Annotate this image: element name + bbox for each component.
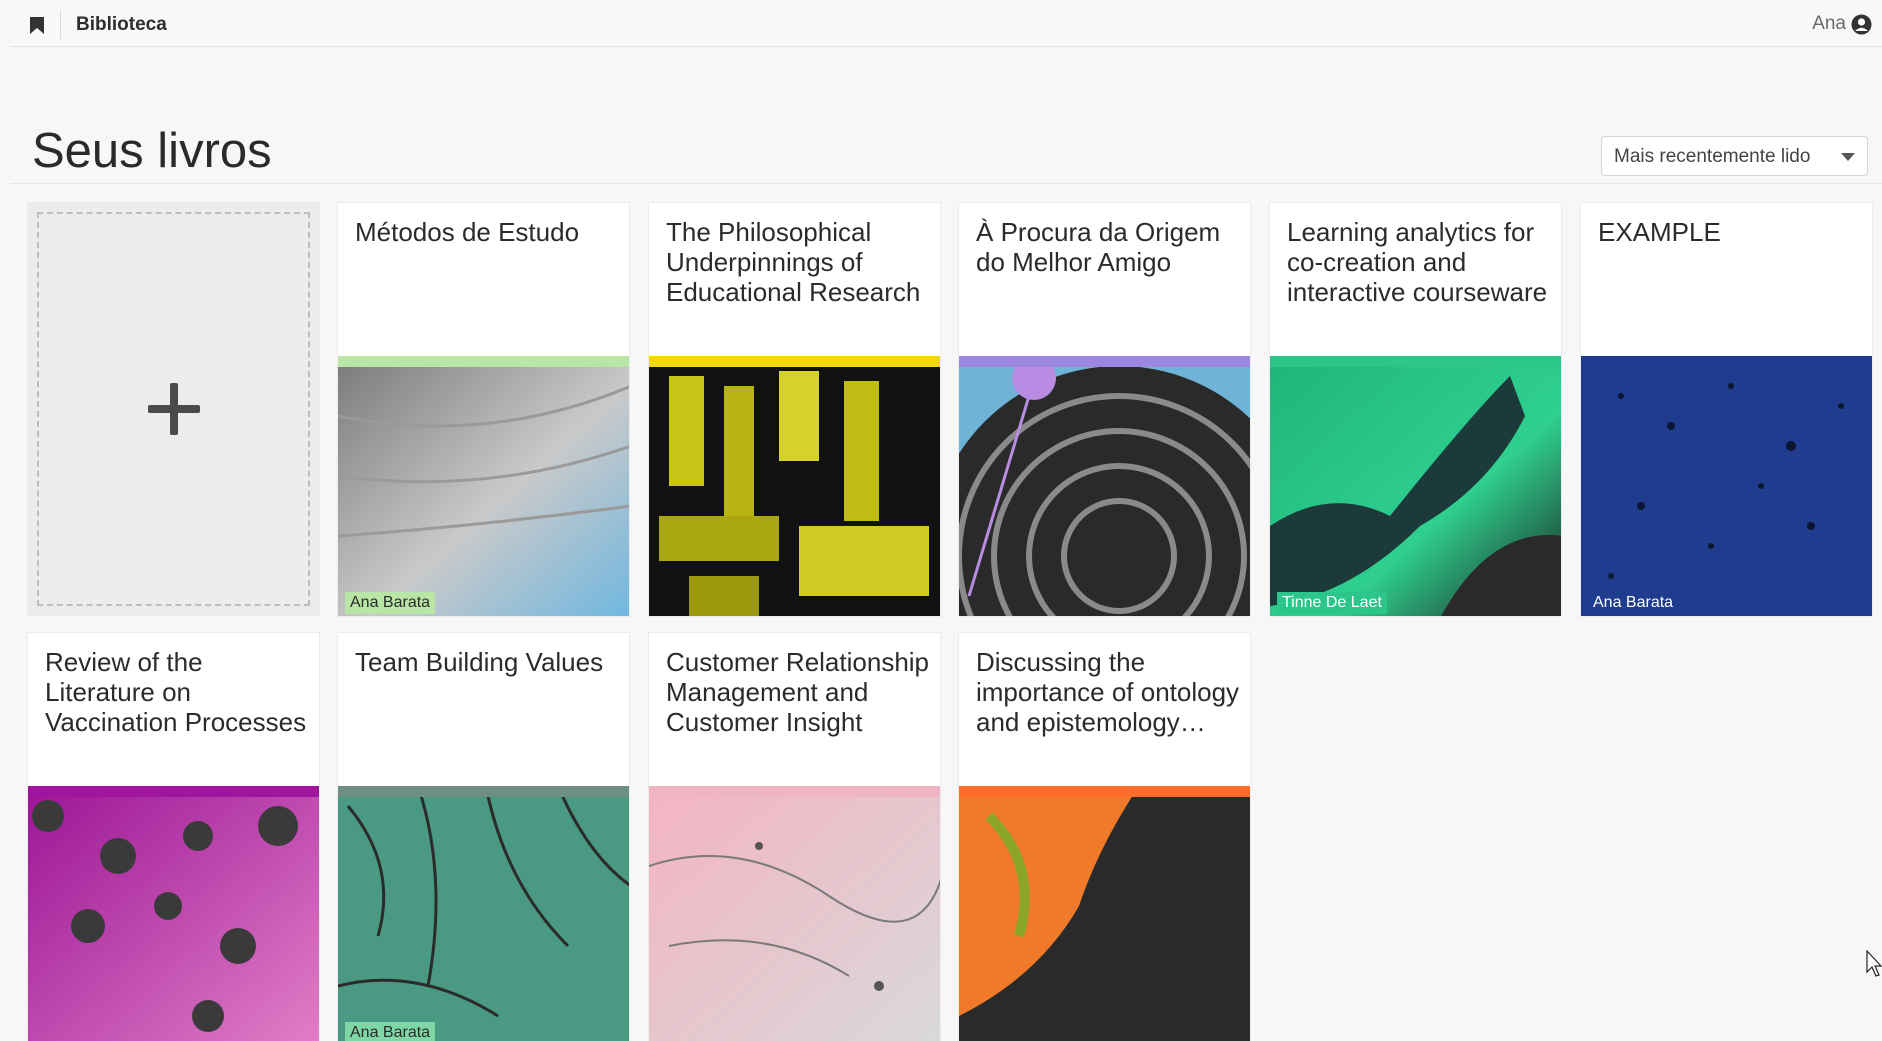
sort-dropdown[interactable]: Mais recentemente lido bbox=[1601, 136, 1868, 176]
cover-color-strip bbox=[959, 356, 1250, 367]
mouse-pointer-icon bbox=[1866, 950, 1882, 977]
cover-color-strip bbox=[649, 786, 940, 797]
book-cover: Ana Barata bbox=[338, 356, 629, 616]
page-title: Seus livros bbox=[32, 124, 272, 178]
sort-dropdown-label: Mais recentemente lido bbox=[1614, 146, 1811, 167]
cover-color-strip bbox=[1270, 356, 1561, 367]
book-title: Métodos de Estudo bbox=[355, 217, 580, 247]
book-card[interactable]: EXAMPLE Ana Barata bbox=[1580, 202, 1873, 617]
divider bbox=[10, 183, 1882, 184]
divider bbox=[60, 10, 61, 39]
plus-icon bbox=[147, 383, 200, 435]
book-card[interactable]: À Procura da Origem do Melhor Amigo bbox=[958, 202, 1251, 617]
book-title: Review of the Literature on Vaccination … bbox=[45, 647, 307, 737]
cover-color-strip bbox=[959, 786, 1250, 797]
book-card[interactable]: Métodos de Estudo Ana Barata bbox=[337, 202, 630, 617]
book-title: Learning analytics for co-creation and i… bbox=[1287, 217, 1548, 307]
add-book-dropzone bbox=[37, 212, 310, 606]
book-cover bbox=[649, 356, 940, 616]
app-title[interactable]: Biblioteca bbox=[76, 14, 167, 36]
user-menu[interactable]: Ana bbox=[1812, 13, 1872, 35]
book-card[interactable]: The Philosophical Underpinnings of Educa… bbox=[648, 202, 941, 617]
book-title: Discussing the importance of ontology an… bbox=[976, 647, 1240, 737]
cover-color-strip bbox=[338, 356, 629, 367]
cover-color-strip bbox=[649, 356, 940, 367]
book-title: EXAMPLE bbox=[1598, 217, 1721, 247]
book-title: À Procura da Origem do Melhor Amigo bbox=[976, 217, 1221, 277]
top-bar: Biblioteca Ana bbox=[10, 0, 1882, 47]
author-badge: Ana Barata bbox=[1588, 592, 1679, 614]
user-name: Ana bbox=[1812, 13, 1846, 34]
book-card[interactable]: Customer Relationship Management and Cus… bbox=[648, 632, 941, 1041]
book-cover: Ana Barata bbox=[338, 786, 629, 1041]
book-title: The Philosophical Underpinnings of Educa… bbox=[666, 217, 921, 307]
book-cover bbox=[959, 786, 1250, 1041]
book-cover bbox=[959, 356, 1250, 616]
book-card[interactable]: Team Building Values Ana Barata bbox=[337, 632, 630, 1041]
add-book-button[interactable] bbox=[27, 202, 320, 616]
chevron-down-icon bbox=[1841, 153, 1855, 161]
author-badge: Ana Barata bbox=[345, 592, 436, 614]
author-badge: Tinne De Laet bbox=[1277, 592, 1387, 614]
book-card[interactable]: Learning analytics for co-creation and i… bbox=[1269, 202, 1562, 617]
book-title: Team Building Values bbox=[355, 647, 604, 677]
book-title: Customer Relationship Management and Cus… bbox=[666, 647, 930, 737]
book-cover bbox=[28, 786, 319, 1041]
user-icon bbox=[1851, 14, 1872, 34]
cover-color-strip bbox=[338, 786, 629, 797]
book-cover: Ana Barata bbox=[1581, 356, 1872, 616]
book-card[interactable]: Review of the Literature on Vaccination … bbox=[27, 632, 320, 1041]
book-cover: Tinne De Laet bbox=[1270, 356, 1561, 616]
cover-color-strip bbox=[28, 786, 319, 797]
bookmark-home-icon[interactable] bbox=[26, 14, 48, 36]
author-badge: Ana Barata bbox=[345, 1022, 436, 1041]
cover-color-strip bbox=[1581, 356, 1872, 367]
book-cover bbox=[649, 786, 940, 1041]
book-card[interactable]: Discussing the importance of ontology an… bbox=[958, 632, 1251, 1041]
